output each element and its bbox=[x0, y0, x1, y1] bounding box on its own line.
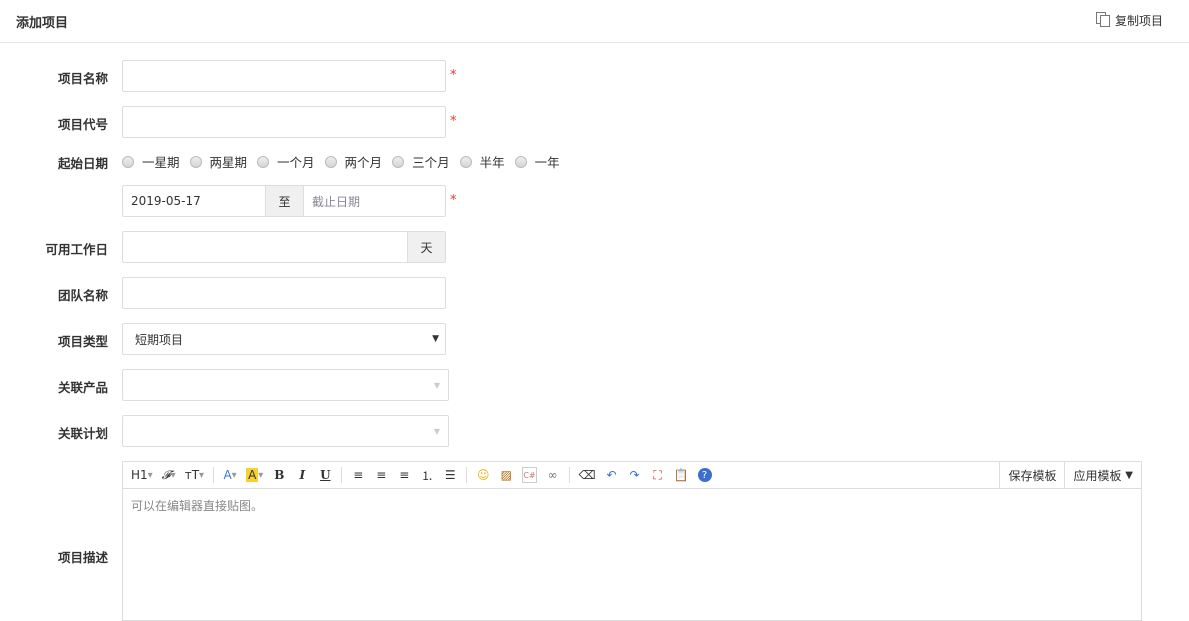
copy-project-label: 复制项目 bbox=[1114, 14, 1163, 28]
product-select[interactable]: ▼ bbox=[122, 369, 449, 401]
workdays-label: 可用工作日 bbox=[45, 242, 108, 257]
project-code-input[interactable] bbox=[122, 106, 446, 138]
plan-label: 关联计划 bbox=[57, 426, 108, 441]
emoticon-icon[interactable]: ☺ bbox=[476, 467, 490, 483]
font-family-button[interactable]: 𝓕 ▾ bbox=[162, 467, 176, 483]
description-label: 项目描述 bbox=[57, 550, 108, 565]
radio-two-weeks[interactable]: 两星期 bbox=[189, 152, 247, 171]
align-left-icon[interactable]: ≡ bbox=[351, 467, 365, 483]
required-mark: * bbox=[450, 114, 457, 129]
ordered-list-icon[interactable]: ⒈ bbox=[420, 467, 434, 483]
underline-button[interactable]: U bbox=[318, 467, 332, 483]
workdays-input[interactable] bbox=[123, 232, 407, 262]
caret-down-icon: ▼ bbox=[433, 380, 440, 390]
radio-one-week[interactable]: 一星期 bbox=[122, 152, 180, 171]
redo-icon[interactable]: ↷ bbox=[628, 467, 642, 483]
align-center-icon[interactable]: ≡ bbox=[374, 467, 388, 483]
end-date-input[interactable]: 截止日期 bbox=[303, 186, 445, 216]
eraser-icon[interactable]: ⌫ bbox=[579, 467, 596, 483]
radio-three-months[interactable]: 三个月 bbox=[392, 152, 450, 171]
duration-radio-group: 一星期 两星期 一个月 两个月 三个月 半年 一年 bbox=[122, 152, 570, 171]
required-mark: * bbox=[450, 193, 457, 208]
editor-content[interactable]: 可以在编辑器直接贴图。 bbox=[123, 489, 1141, 522]
date-range: 2019-05-17 至 截止日期 bbox=[122, 185, 446, 217]
heading-button[interactable]: H1 ▾ bbox=[131, 467, 153, 483]
caret-down-icon: ▼ bbox=[432, 334, 439, 344]
description-editor: H1 ▾ 𝓕 ▾ тT ▾ A ▾ A ▾ B I U ≡ ≡ ≡ ⒈ ☰ ☺ ▨ C# … bbox=[122, 461, 1142, 621]
help-icon[interactable]: ? bbox=[697, 468, 712, 482]
days-addon: 天 bbox=[407, 232, 445, 262]
bold-button[interactable]: B bbox=[272, 467, 286, 483]
project-type-value: 短期项目 bbox=[135, 332, 184, 347]
page-header: 添加项目 复制项目 bbox=[0, 0, 1189, 43]
apply-template-button[interactable]: 应用模板 ▼ bbox=[1064, 462, 1141, 488]
plan-select[interactable]: ▼ bbox=[122, 415, 449, 447]
link-icon[interactable]: ∞ bbox=[546, 467, 560, 483]
font-size-button[interactable]: тT ▾ bbox=[185, 467, 204, 483]
begin-date-input[interactable]: 2019-05-17 bbox=[123, 194, 265, 208]
page-title: 添加项目 bbox=[16, 16, 69, 31]
radio-half-year[interactable]: 半年 bbox=[459, 152, 505, 171]
product-label: 关联产品 bbox=[57, 380, 108, 395]
team-label: 团队名称 bbox=[57, 288, 108, 303]
radio-one-month[interactable]: 一个月 bbox=[257, 152, 315, 171]
code-label: 项目代号 bbox=[57, 117, 108, 132]
project-name-input[interactable] bbox=[122, 60, 446, 92]
start-date-label: 起始日期 bbox=[57, 156, 108, 171]
save-template-button[interactable]: 保存模板 bbox=[999, 462, 1064, 488]
name-label: 项目名称 bbox=[57, 71, 108, 86]
team-name-input[interactable] bbox=[122, 277, 446, 309]
undo-icon[interactable]: ↶ bbox=[605, 467, 619, 483]
italic-button[interactable]: I bbox=[295, 467, 309, 483]
image-icon[interactable]: ▨ bbox=[499, 467, 513, 483]
caret-down-icon: ▼ bbox=[433, 426, 440, 436]
project-type-select[interactable]: 短期项目 ▼ bbox=[122, 323, 446, 355]
align-right-icon[interactable]: ≡ bbox=[397, 467, 411, 483]
radio-one-year[interactable]: 一年 bbox=[514, 152, 560, 171]
workdays-group: 天 bbox=[122, 231, 446, 263]
copy-icon bbox=[1095, 11, 1111, 30]
editor-toolbar: H1 ▾ 𝓕 ▾ тT ▾ A ▾ A ▾ B I U ≡ ≡ ≡ ⒈ ☰ ☺ ▨ C# … bbox=[123, 462, 1141, 489]
paste-icon[interactable]: 📋 bbox=[674, 467, 689, 483]
type-label: 项目类型 bbox=[57, 334, 108, 349]
required-mark: * bbox=[450, 68, 457, 83]
fullscreen-icon[interactable]: ⛶ bbox=[651, 467, 665, 483]
to-addon: 至 bbox=[265, 186, 303, 216]
unordered-list-icon[interactable]: ☰ bbox=[443, 467, 457, 483]
code-icon[interactable]: C# bbox=[522, 467, 537, 483]
copy-project-button[interactable]: 复制项目 bbox=[1095, 11, 1163, 30]
font-color-button[interactable]: A ▾ bbox=[223, 467, 237, 483]
background-color-button[interactable]: A ▾ bbox=[246, 467, 263, 483]
radio-two-months[interactable]: 两个月 bbox=[324, 152, 382, 171]
caret-down-icon: ▼ bbox=[1125, 469, 1133, 481]
